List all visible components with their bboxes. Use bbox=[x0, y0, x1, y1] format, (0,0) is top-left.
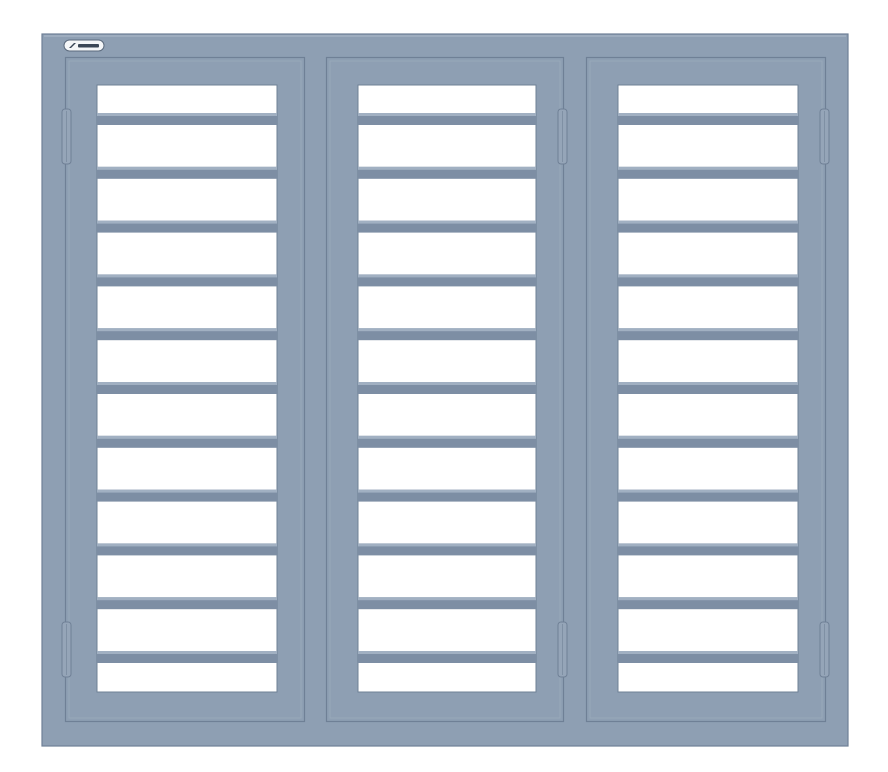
grill-bar-highlight bbox=[97, 274, 277, 278]
sash-left bbox=[61, 56, 306, 723]
grill-bar-highlight bbox=[618, 328, 798, 332]
grill-bar-highlight bbox=[97, 597, 277, 601]
grill-bar-highlight bbox=[618, 113, 798, 116]
grill-bar-highlight bbox=[618, 166, 798, 170]
grill-bar-highlight bbox=[97, 382, 277, 385]
grill-bar-highlight bbox=[97, 543, 277, 547]
grill-bar-highlight bbox=[97, 220, 277, 224]
grill-bar-highlight bbox=[358, 382, 536, 385]
grill-bar-highlight bbox=[358, 113, 536, 116]
grill-bar-highlight bbox=[618, 220, 798, 224]
window-illustration bbox=[0, 0, 888, 772]
grill-bar-highlight bbox=[97, 489, 277, 493]
grill-bar-highlight bbox=[618, 651, 798, 654]
grill-bar-highlight bbox=[358, 543, 536, 547]
grill-bar-highlight bbox=[618, 435, 798, 439]
grill-bar-highlight bbox=[618, 382, 798, 385]
grill-bar-highlight bbox=[358, 220, 536, 224]
grill-bar-highlight bbox=[358, 489, 536, 493]
grill-bar-highlight bbox=[618, 489, 798, 493]
brand-logo-wordmark-icon bbox=[78, 44, 99, 48]
sash-right bbox=[585, 56, 830, 723]
grill-bar-highlight bbox=[618, 274, 798, 278]
grill-bar-highlight bbox=[358, 597, 536, 601]
grill-bar-highlight bbox=[358, 651, 536, 654]
brand-badge bbox=[63, 39, 105, 52]
grill-bar-highlight bbox=[97, 113, 277, 116]
grill-bar-highlight bbox=[97, 166, 277, 170]
grill-bar-highlight bbox=[358, 166, 536, 170]
grill-bar-highlight bbox=[97, 651, 277, 654]
sash-group bbox=[61, 56, 830, 723]
grill-bar-highlight bbox=[618, 597, 798, 601]
grill-bar-highlight bbox=[97, 435, 277, 439]
grill-bar-highlight bbox=[618, 543, 798, 547]
grill-bar-highlight bbox=[358, 274, 536, 278]
grill-bar-highlight bbox=[97, 328, 277, 332]
sash-center bbox=[325, 56, 568, 723]
grill-bar-highlight bbox=[358, 435, 536, 439]
grill-bar-highlight bbox=[358, 328, 536, 332]
